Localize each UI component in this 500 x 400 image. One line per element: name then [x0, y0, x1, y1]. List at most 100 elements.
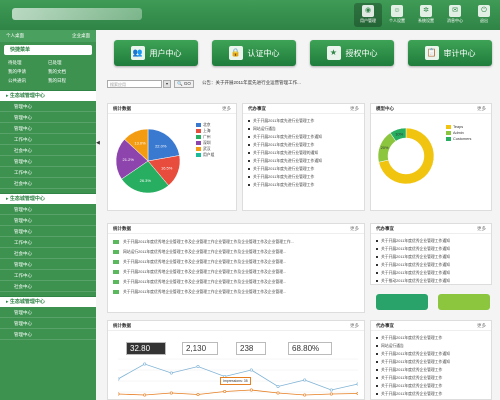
- topnav-button[interactable]: 👥 用户中心: [114, 40, 198, 66]
- list-item[interactable]: 关于开展2011年度先进行业管理工作通知: [248, 157, 359, 165]
- header-button[interactable]: ⏻ 退出: [470, 3, 498, 27]
- data-point[interactable]: [196, 365, 200, 369]
- sidebar-item[interactable]: 工作中心: [0, 237, 96, 248]
- list-item[interactable]: 网站运行通告: [376, 342, 486, 350]
- go-button[interactable]: 🔍 GO: [174, 80, 194, 88]
- list-item[interactable]: 关于开展2011年度优秀地企业管理工作及企业管理工作企业管理工作及企业管理工作及…: [113, 267, 359, 277]
- data-point[interactable]: [196, 392, 200, 396]
- header-button[interactable]: ☺ 个人设置: [383, 3, 411, 27]
- header-button[interactable]: ✲ 系统设置: [412, 3, 440, 27]
- data-point[interactable]: [118, 392, 120, 396]
- fast-menu-title[interactable]: 快捷菜单: [4, 45, 92, 55]
- sidebar-item[interactable]: 管理中心: [0, 318, 96, 329]
- list-item[interactable]: 关于开展2011年度优秀地企业管理工作及企业管理工作企业管理工作及企业管理工作及…: [113, 287, 359, 297]
- sidebar-item[interactable]: 管理中心: [0, 307, 96, 318]
- data-point[interactable]: [303, 393, 307, 397]
- sidebar-item[interactable]: 社会中心: [0, 178, 96, 189]
- data-point[interactable]: [169, 371, 173, 375]
- list-item[interactable]: 关于开展2011年度优秀企业管理工作: [376, 390, 486, 398]
- sidebar-item[interactable]: 工作中心: [0, 270, 96, 281]
- header-button[interactable]: ◉ 用户管理: [354, 3, 382, 27]
- data-point[interactable]: [249, 368, 253, 372]
- list-item[interactable]: 关于开展2011年度优秀地企业管理工作及企业管理工作企业管理工作及企业管理工作及…: [113, 257, 359, 267]
- list-item[interactable]: 关于开展2011年度先进行业管理工作: [248, 173, 359, 181]
- sidebar-group-title[interactable]: ▸ 生态城管理中心: [0, 90, 96, 101]
- topnav-button[interactable]: ★ 授权中心: [310, 40, 394, 66]
- list-item[interactable]: 关于开展2011年度先进行业管理工作: [248, 117, 359, 125]
- sidebar-item[interactable]: 社会中心: [0, 145, 96, 156]
- search-dropdown-icon[interactable]: ▾: [163, 80, 171, 88]
- sidebar-item[interactable]: 管理中心: [0, 101, 96, 112]
- topnav-button[interactable]: 📋 审计中心: [408, 40, 492, 66]
- quick-link[interactable]: 待处理: [8, 60, 48, 66]
- data-point[interactable]: [143, 362, 147, 366]
- more-link[interactable]: 更多: [350, 224, 359, 233]
- more-link[interactable]: 更多: [477, 104, 486, 113]
- data-point[interactable]: [329, 388, 333, 392]
- more-link[interactable]: 更多: [477, 224, 486, 233]
- list-item[interactable]: 网站运行通告: [248, 125, 359, 133]
- lime-action-button[interactable]: [438, 294, 490, 310]
- quick-link[interactable]: 我的申请: [8, 69, 48, 75]
- green-action-button[interactable]: [376, 294, 428, 310]
- topnav-button[interactable]: 🔒 认证中心: [212, 40, 296, 66]
- quick-link[interactable]: 我的文档: [48, 69, 88, 75]
- sidebar-item[interactable]: 社会中心: [0, 281, 96, 292]
- list-item[interactable]: 关于开展2011年度先进行业管理工作: [248, 181, 359, 189]
- data-point[interactable]: [143, 393, 147, 397]
- more-link[interactable]: 更多: [350, 104, 359, 113]
- data-point[interactable]: [356, 392, 358, 395]
- more-link[interactable]: 更多: [350, 321, 359, 330]
- more-link[interactable]: 更多: [477, 321, 486, 330]
- quick-link[interactable]: 已处理: [48, 60, 88, 66]
- sidebar-item[interactable]: 管理中心: [0, 112, 96, 123]
- header-button[interactable]: ✉ 消息中心: [441, 3, 469, 27]
- sidebar-item[interactable]: 工作中心: [0, 167, 96, 178]
- enterprise-desktop-link[interactable]: 企业桌面: [72, 33, 90, 39]
- sidebar-item[interactable]: 管理中心: [0, 123, 96, 134]
- list-item[interactable]: 关于开展2011年度优秀地企业管理工作及企业管理工作企业管理工作及企业管理工作及…: [113, 277, 359, 287]
- list-item[interactable]: 关于开展2011年度优秀地企业管理工作及企业管理工作企业管理工作及企业管理工作及…: [113, 237, 359, 247]
- list-item[interactable]: 关于开展2011年度先进行业管理工作: [248, 165, 359, 173]
- list-item[interactable]: 关于开展2011年度优秀企业管理工作通知: [376, 237, 486, 245]
- data-point[interactable]: [303, 378, 307, 382]
- list-item[interactable]: 网站运行2011年度优秀地企业管理工作及企业管理工作企业管理工作及企业管理工作及…: [113, 247, 359, 257]
- sidebar-item[interactable]: 管理中心: [0, 204, 96, 215]
- data-point[interactable]: [276, 391, 280, 395]
- data-point[interactable]: [249, 388, 253, 392]
- personal-desktop-link[interactable]: 个人桌面: [6, 33, 24, 39]
- sidebar-group-title[interactable]: ▸ 生态城管理中心: [0, 193, 96, 204]
- notice-text[interactable]: 公告：关于开展2011年度先进行业运营管理工作...: [202, 80, 301, 86]
- sidebar-item[interactable]: 管理中心: [0, 156, 96, 167]
- list-item[interactable]: 关于开展2011年度先进行业管理工作: [248, 141, 359, 149]
- list-item[interactable]: 关于开展2011年度优秀企业管理工作通知: [376, 269, 486, 277]
- sidebar-item[interactable]: 管理中心: [0, 259, 96, 270]
- search-input[interactable]: 搜索应用: [107, 80, 162, 88]
- quick-link[interactable]: 我的日程: [48, 78, 88, 84]
- list-item[interactable]: 关于开展2011年度优秀企业管理工作通知: [376, 350, 486, 358]
- data-point[interactable]: [169, 391, 173, 395]
- list-item[interactable]: 关于开展2011年度优秀企业管理工作: [376, 366, 486, 374]
- list-item[interactable]: 关于开展2011年度先进行业管理工作通知: [248, 133, 359, 141]
- list-item[interactable]: 关于开展2011年度优秀企业管理工作通知: [376, 261, 486, 269]
- quick-link[interactable]: 公共通讯: [8, 78, 48, 84]
- data-point[interactable]: [329, 392, 333, 396]
- list-item[interactable]: 关于开展2011年度优秀企业管理工作通知: [376, 253, 486, 261]
- list-item[interactable]: 关于推动2011年度优秀企业管理工作通知: [376, 277, 486, 285]
- data-point[interactable]: [223, 389, 227, 393]
- list-item[interactable]: 关于开展2011年度优秀企业管理工作: [376, 334, 486, 342]
- list-item[interactable]: 关于开展2011年度优秀企业管理工作通知: [376, 245, 486, 253]
- sidebar-item[interactable]: 管理中心: [0, 329, 96, 340]
- sidebar-item[interactable]: 工作中心: [0, 134, 96, 145]
- list-item[interactable]: 关于开展2011年度优秀企业管理工作: [376, 382, 486, 390]
- sidebar-item[interactable]: 管理中心: [0, 226, 96, 237]
- list-item[interactable]: 关于开展2011年度优秀企业管理工作通知: [376, 358, 486, 366]
- data-point[interactable]: [356, 382, 358, 386]
- sidebar-item[interactable]: 社会中心: [0, 248, 96, 259]
- list-item[interactable]: 关于开展2011年度先进行业管理的通知: [248, 149, 359, 157]
- data-point[interactable]: [118, 377, 120, 381]
- sidebar-group-title[interactable]: ▸ 生态城管理中心: [0, 296, 96, 307]
- sidebar-item[interactable]: 管理中心: [0, 215, 96, 226]
- data-point[interactable]: [276, 384, 280, 388]
- more-link[interactable]: 更多: [222, 104, 231, 113]
